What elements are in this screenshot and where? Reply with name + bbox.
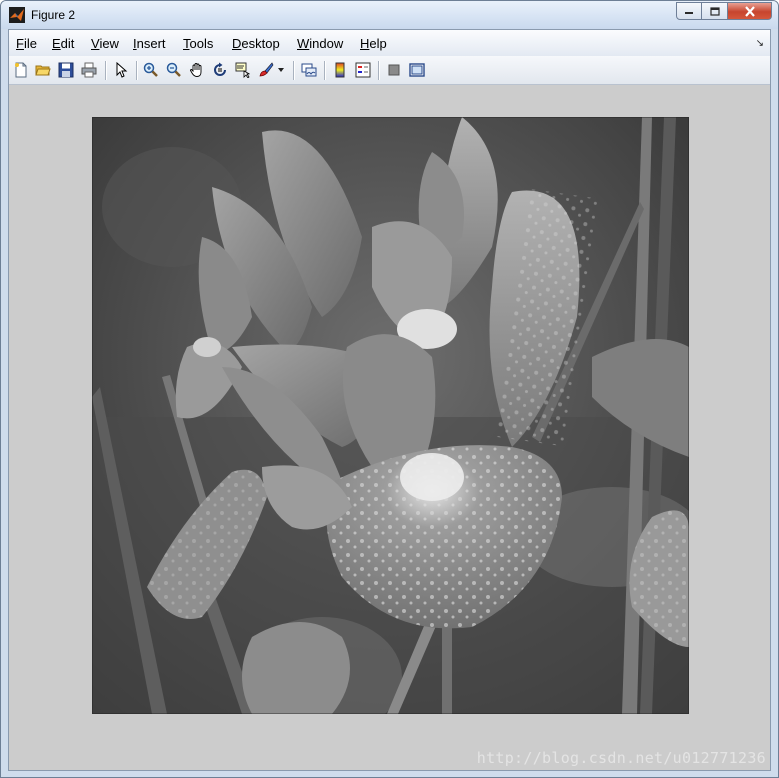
watermark-text: http://blog.csdn.net/u012771236: [476, 749, 766, 767]
printer-icon: [81, 62, 97, 78]
insert-colorbar-button[interactable]: [331, 61, 349, 79]
figure-client-area: File Edit View Insert Tools Desktop Wind…: [8, 29, 771, 771]
menu-desktop[interactable]: Desktop: [232, 36, 280, 51]
rotate-3d-button[interactable]: [211, 61, 229, 79]
close-icon: [744, 5, 755, 17]
print-figure-button[interactable]: [80, 61, 98, 79]
window-title: Figure 2: [31, 8, 76, 22]
title-bar[interactable]: Figure 2: [1, 1, 778, 29]
minimize-icon: [685, 12, 693, 14]
menu-window[interactable]: Window: [297, 36, 343, 51]
menu-insert[interactable]: Insert: [133, 36, 166, 51]
brush-button[interactable]: [257, 61, 275, 79]
chevron-down-icon: [278, 68, 284, 72]
data-cursor-button[interactable]: [234, 61, 252, 79]
brush-icon: [259, 62, 274, 77]
toolbar-separator: [378, 61, 380, 80]
floppy-disk-icon: [58, 62, 74, 78]
pan-button[interactable]: [188, 61, 206, 79]
legend-icon: [355, 62, 371, 78]
figure-window: Figure 2 File Edit View Insert Tools Des…: [0, 0, 779, 778]
menu-bar: File Edit View Insert Tools Desktop Wind…: [9, 30, 770, 56]
figure-canvas[interactable]: http://blog.csdn.net/u012771236: [9, 85, 770, 770]
zoom-out-button[interactable]: [165, 61, 183, 79]
matlab-logo-icon: [9, 7, 25, 23]
iris-flower-grayscale-image[interactable]: [92, 117, 689, 714]
toolbar-separator: [105, 61, 107, 80]
rotate-icon: [214, 62, 226, 76]
link-plot-icon: [301, 63, 317, 77]
save-figure-button[interactable]: [57, 61, 75, 79]
hand-icon: [190, 63, 202, 77]
colorbar-icon: [335, 62, 345, 78]
folder-open-icon: [35, 65, 51, 76]
menu-tools[interactable]: Tools: [183, 36, 213, 51]
pointer-arrow-icon: [116, 62, 128, 78]
zoom-in-button[interactable]: [142, 61, 160, 79]
maximize-button[interactable]: [702, 2, 728, 20]
new-figure-button[interactable]: [12, 61, 30, 79]
brush-dropdown-button[interactable]: [276, 61, 286, 79]
hide-plot-tools-button[interactable]: [385, 61, 403, 79]
menu-help[interactable]: Help: [360, 36, 387, 51]
maximize-icon: [709, 6, 720, 16]
toolbar-separator: [136, 61, 138, 80]
menu-edit[interactable]: Edit: [52, 36, 74, 51]
zoom-out-icon: [166, 62, 181, 77]
dock-figure-icon[interactable]: ↘: [756, 38, 764, 49]
link-plot-button[interactable]: [300, 61, 318, 79]
new-document-icon: [15, 62, 27, 78]
open-file-button[interactable]: [34, 61, 52, 79]
hide-plot-tools-icon: [388, 64, 400, 76]
zoom-in-icon: [143, 62, 158, 77]
edit-plot-button[interactable]: [112, 61, 130, 79]
menu-view[interactable]: View: [91, 36, 119, 51]
minimize-button[interactable]: [676, 2, 702, 20]
figure-toolbar: [9, 56, 770, 85]
toolbar-separator: [324, 61, 326, 80]
data-cursor-icon: [235, 62, 250, 78]
show-plot-tools-icon: [409, 63, 425, 77]
close-button[interactable]: [728, 2, 772, 20]
show-plot-tools-button[interactable]: [408, 61, 426, 79]
menu-file[interactable]: File: [16, 36, 37, 51]
insert-legend-button[interactable]: [354, 61, 372, 79]
toolbar-separator: [293, 61, 295, 80]
